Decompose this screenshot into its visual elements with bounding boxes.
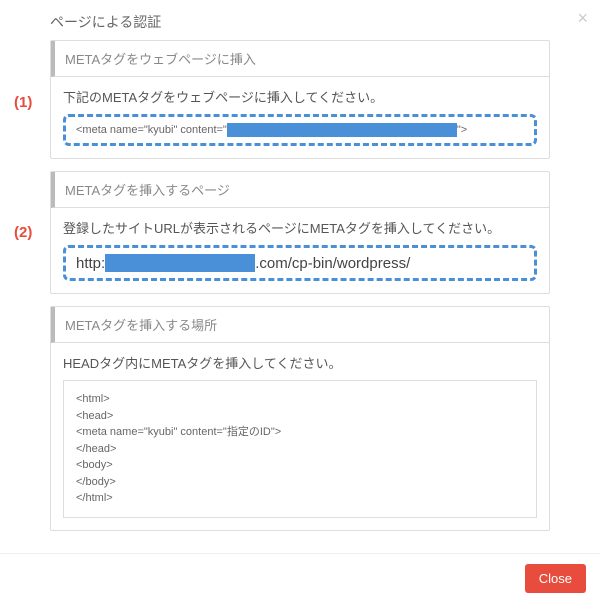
section-body: 下記のMETAタグをウェブページに挿入してください。 <meta name="k… — [51, 77, 549, 158]
close-icon[interactable]: × — [577, 8, 588, 29]
meta-tag-value: <meta name="kyubi" content=" "> — [76, 123, 524, 137]
annotation-1: (1) — [14, 94, 32, 111]
section-desc: 下記のMETAタグをウェブページに挿入してください。 — [63, 87, 537, 106]
section-insert-location: METAタグを挿入する場所 HEADタグ内にMETAタグを挿入してください。 <… — [50, 306, 550, 531]
meta-tag-box: <meta name="kyubi" content=" "> — [63, 114, 537, 146]
section-insert-meta: METAタグをウェブページに挿入 下記のMETAタグをウェブページに挿入してくだ… — [50, 40, 550, 159]
auth-modal: ページによる認証 × (1) (2) METAタグをウェブページに挿入 下記のM… — [0, 0, 600, 603]
modal-body: (1) (2) METAタグをウェブページに挿入 下記のMETAタグをウェブペー… — [0, 40, 600, 553]
section-header: METAタグを挿入するページ — [51, 172, 549, 208]
url-suffix: .com/cp-bin/wordpress/ — [255, 255, 410, 272]
modal-header: ページによる認証 × — [0, 0, 600, 40]
redacted-domain — [105, 254, 255, 272]
section-body: 登録したサイトURLが表示されるページにMETAタグを挿入してください。 htt… — [51, 208, 549, 293]
url-box: http: .com/cp-bin/wordpress/ — [63, 245, 537, 281]
annotation-2: (2) — [14, 224, 32, 241]
modal-title: ページによる認証 — [50, 14, 161, 30]
url-prefix: http: — [76, 255, 105, 272]
section-desc: 登録したサイトURLが表示されるページにMETAタグを挿入してください。 — [63, 218, 537, 237]
section-body: HEADタグ内にMETAタグを挿入してください。 <html> <head> <… — [51, 343, 549, 530]
meta-prefix: <meta name="kyubi" content=" — [76, 124, 227, 136]
section-header: METAタグをウェブページに挿入 — [51, 41, 549, 77]
meta-suffix: "> — [457, 124, 467, 136]
close-button[interactable]: Close — [525, 564, 586, 593]
url-value: http: .com/cp-bin/wordpress/ — [76, 254, 524, 272]
section-desc: HEADタグ内にMETAタグを挿入してください。 — [63, 353, 537, 372]
redacted-content — [227, 123, 457, 137]
section-insert-page: METAタグを挿入するページ 登録したサイトURLが表示されるページにMETAタ… — [50, 171, 550, 294]
modal-footer: Close — [0, 553, 600, 603]
section-header: METAタグを挿入する場所 — [51, 307, 549, 343]
code-example: <html> <head> <meta name="kyubi" content… — [63, 380, 537, 518]
